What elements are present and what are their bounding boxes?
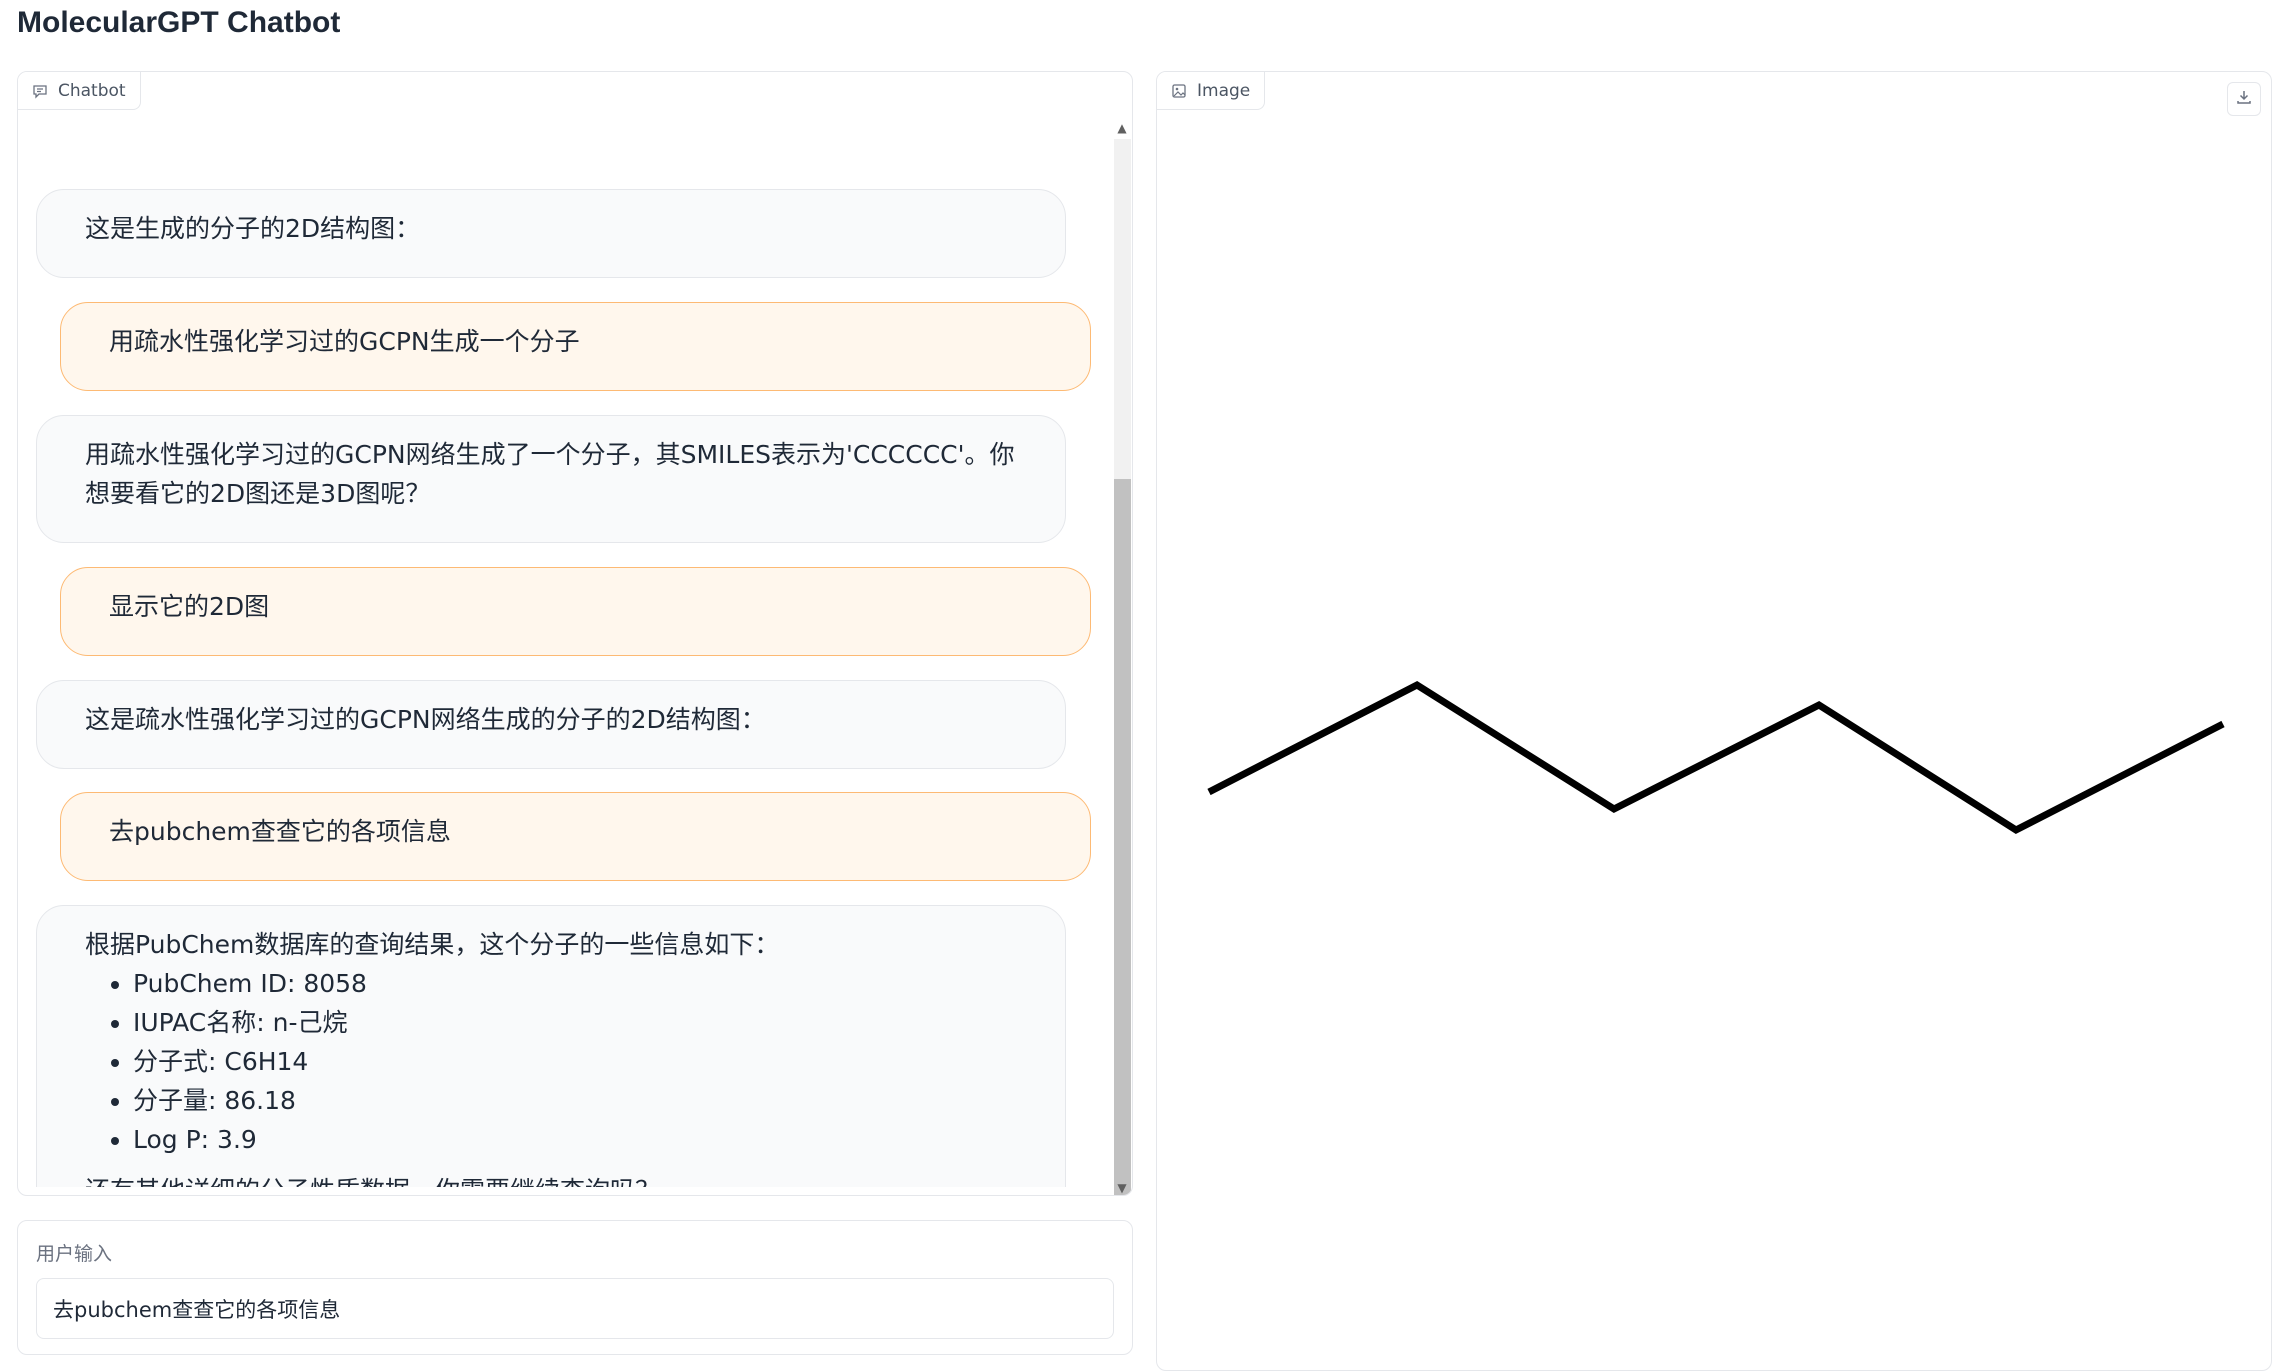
message-text: 用疏水性强化学习过的GCPN网络生成了一个分子，其SMILES表示为'CCCCC…: [85, 440, 1015, 508]
bot-message-pubchem: 根据PubChem数据库的查询结果，这个分子的一些信息如下： PubChem I…: [36, 905, 1066, 1187]
message-text: 用疏水性强化学习过的GCPN生成一个分子: [109, 327, 580, 356]
image-label-text: Image: [1197, 80, 1251, 101]
info-item: Log P: 3.9: [133, 1120, 1017, 1159]
info-item: 分子式: C6H14: [133, 1042, 1017, 1081]
image-label: Image: [1157, 72, 1266, 110]
message-list[interactable]: 这是生成的分子的2D结构图： 用疏水性强化学习过的GCPN生成一个分子 用疏水性…: [36, 117, 1101, 1187]
info-item: IUPAC名称: n-己烷: [133, 1003, 1017, 1042]
hexane-bond-chain: [1207, 680, 2225, 835]
molecule-structure-image: [1207, 680, 2225, 835]
message-closing: 还有其他详细的分子性质数据，你需要继续查询吗？: [85, 1171, 1017, 1187]
bot-message: 这是疏水性强化学习过的GCPN网络生成的分子的2D结构图：: [36, 680, 1066, 769]
scroll-thumb[interactable]: [1114, 479, 1131, 1195]
chatbot-panel: Chatbot 这是生成的分子的2D结构图： 用疏水性强化学习过的GCPN生成一…: [17, 71, 1133, 1196]
message-intro: 根据PubChem数据库的查询结果，这个分子的一些信息如下：: [85, 930, 780, 959]
message-text: 这是疏水性强化学习过的GCPN网络生成的分子的2D结构图：: [85, 705, 766, 734]
bot-message: 这是生成的分子的2D结构图：: [36, 189, 1066, 278]
message-input[interactable]: [36, 1278, 1114, 1339]
bot-message: 用疏水性强化学习过的GCPN网络生成了一个分子，其SMILES表示为'CCCCC…: [36, 415, 1066, 543]
scroll-down-arrow-icon[interactable]: ▼: [1111, 1177, 1132, 1195]
info-item: 分子量: 86.18: [133, 1081, 1017, 1120]
scroll-up-arrow-icon[interactable]: ▲: [1111, 117, 1132, 139]
image-panel: Image: [1156, 71, 2272, 1371]
app-title: MolecularGPT Chatbot: [17, 6, 341, 39]
image-icon: [1171, 83, 1187, 99]
message-text: 显示它的2D图: [109, 592, 270, 621]
user-message: 去pubchem查查它的各项信息: [60, 792, 1091, 881]
message-text: 这是生成的分子的2D结构图：: [85, 214, 421, 243]
chat-icon: [32, 83, 48, 99]
user-input-panel: 用户输入: [17, 1220, 1133, 1355]
user-message: 显示它的2D图: [60, 567, 1091, 656]
chatbot-label: Chatbot: [18, 72, 141, 110]
user-message: 用疏水性强化学习过的GCPN生成一个分子: [60, 302, 1091, 391]
info-list: PubChem ID: 8058 IUPAC名称: n-己烷 分子式: C6H1…: [85, 964, 1017, 1159]
chatbot-label-text: Chatbot: [58, 80, 126, 101]
message-text: 去pubchem查查它的各项信息: [109, 817, 451, 846]
chat-scrollbar[interactable]: ▲ ▼: [1111, 117, 1132, 1195]
input-label: 用户输入: [36, 1243, 113, 1265]
info-item: PubChem ID: 8058: [133, 964, 1017, 1003]
